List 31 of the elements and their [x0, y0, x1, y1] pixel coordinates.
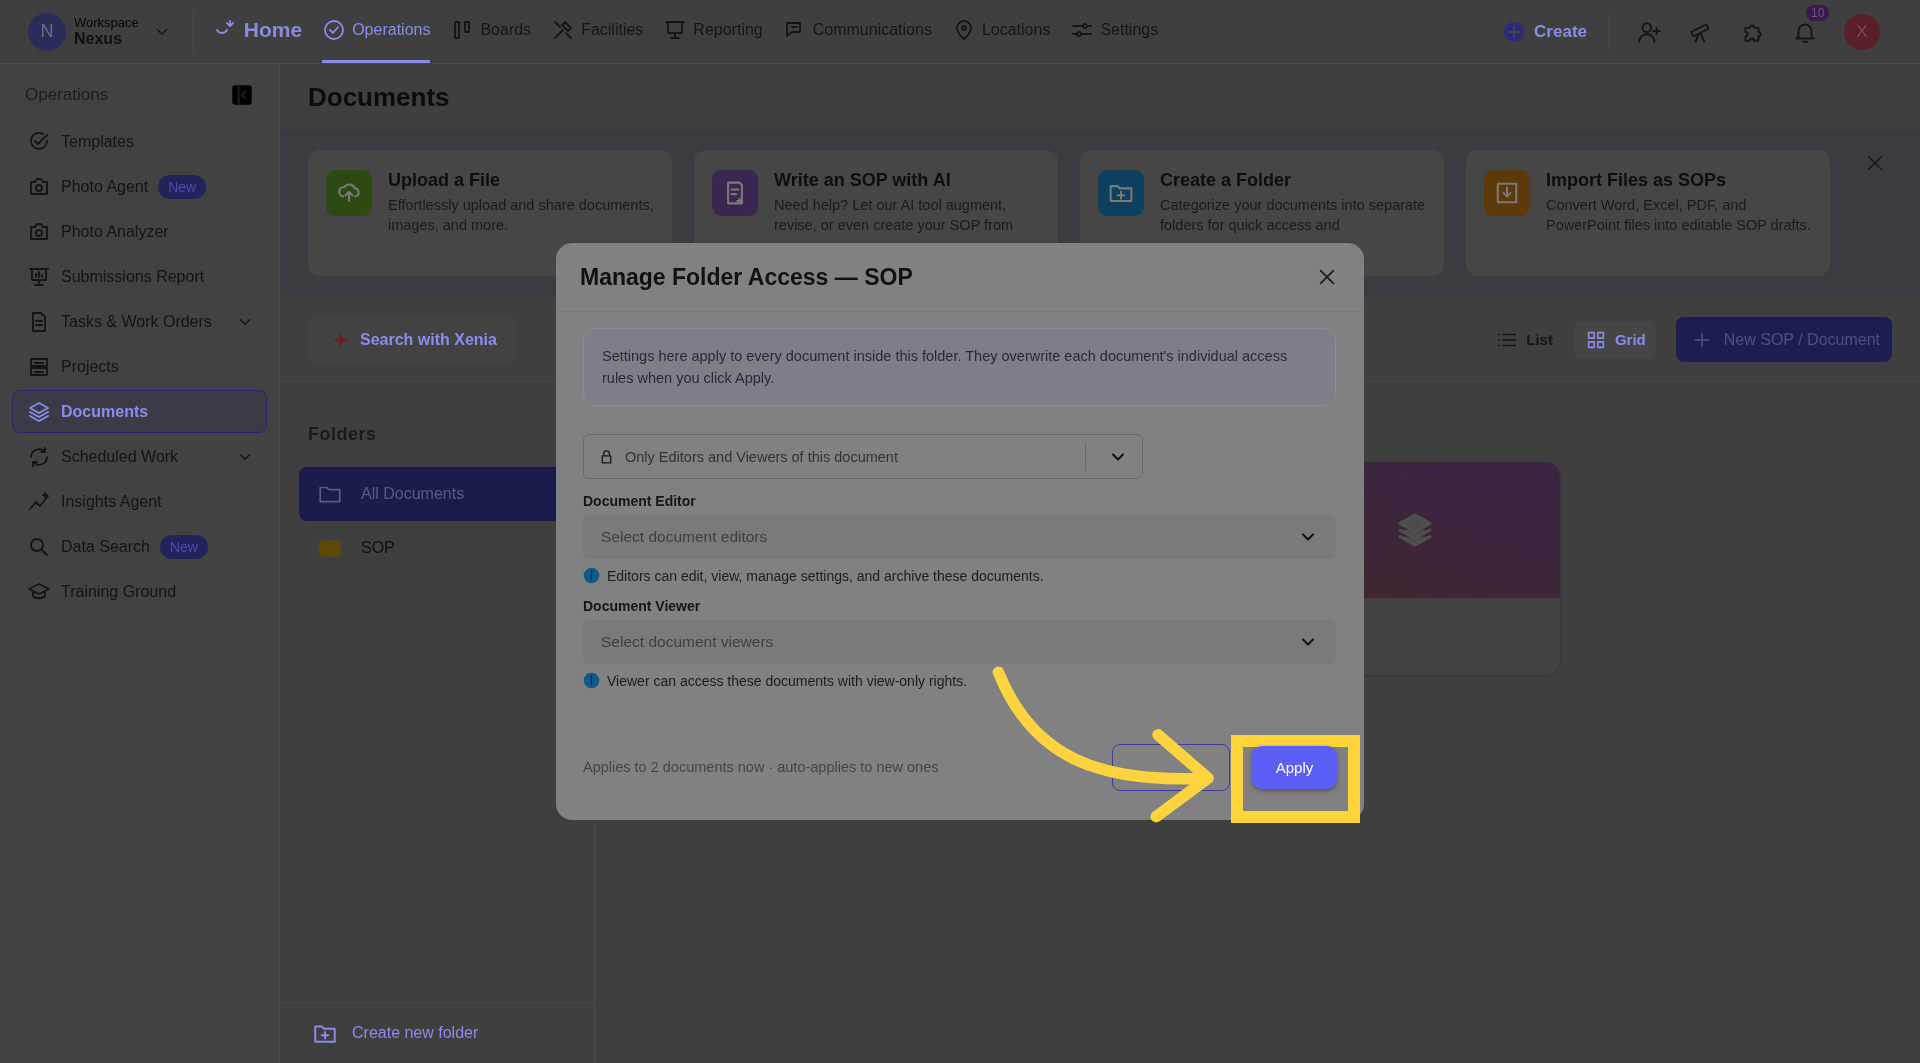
promo-title: Write an SOP with AI	[774, 170, 952, 191]
select-field[interactable]: Select document editors	[583, 515, 1336, 559]
info-icon	[583, 672, 600, 689]
info-icon	[583, 567, 600, 584]
footer-note: Applies to 2 documents now · auto-applies to new ones	[583, 759, 939, 775]
promo-title: Upload a File	[388, 170, 502, 191]
info-notice: Settings here apply to every document inside this folder. They overwrite each document's individual access rules when you click Apply.	[583, 328, 1336, 406]
select-field[interactable]: Select document viewers	[583, 620, 1336, 664]
hint-text: Editors can edit, view, manage settings, and archive these documents.	[607, 567, 1044, 584]
workspace-avatar[interactable]: N	[28, 12, 66, 51]
nav-tab[interactable]: Home	[213, 0, 303, 63]
nav-tab[interactable]: Operations	[322, 0, 431, 63]
view-toggle[interactable]: Grid	[1574, 320, 1656, 359]
access-dropdown[interactable]: Only Editors and Viewers of this document	[583, 434, 1143, 479]
sidebar-item[interactable]: Documents	[12, 390, 267, 433]
workspace-label: Workspace	[74, 15, 139, 30]
notification-count: 10	[1806, 4, 1830, 21]
collapse-sidebar-icon[interactable]	[229, 82, 255, 108]
secondary-button[interactable]	[1112, 743, 1230, 791]
presentation-icon	[663, 18, 688, 42]
promo-title: Import Files as SOPs	[1546, 170, 1728, 191]
field-label: Document Viewer	[583, 598, 702, 614]
refresh-icon	[27, 444, 51, 469]
plus-circle-icon	[1502, 19, 1527, 44]
create-folder-link[interactable]: Create new folder	[280, 1002, 594, 1063]
search-xenia-button[interactable]: Search with Xenia	[308, 316, 517, 363]
promo-title: Create a Folder	[1160, 170, 1293, 191]
create-button[interactable]: Create	[1502, 13, 1610, 50]
apply-button[interactable]: Apply	[1252, 745, 1337, 789]
layers-icon	[27, 399, 51, 424]
hint-text: Viewer can access these documents with view-only rights.	[607, 672, 967, 689]
